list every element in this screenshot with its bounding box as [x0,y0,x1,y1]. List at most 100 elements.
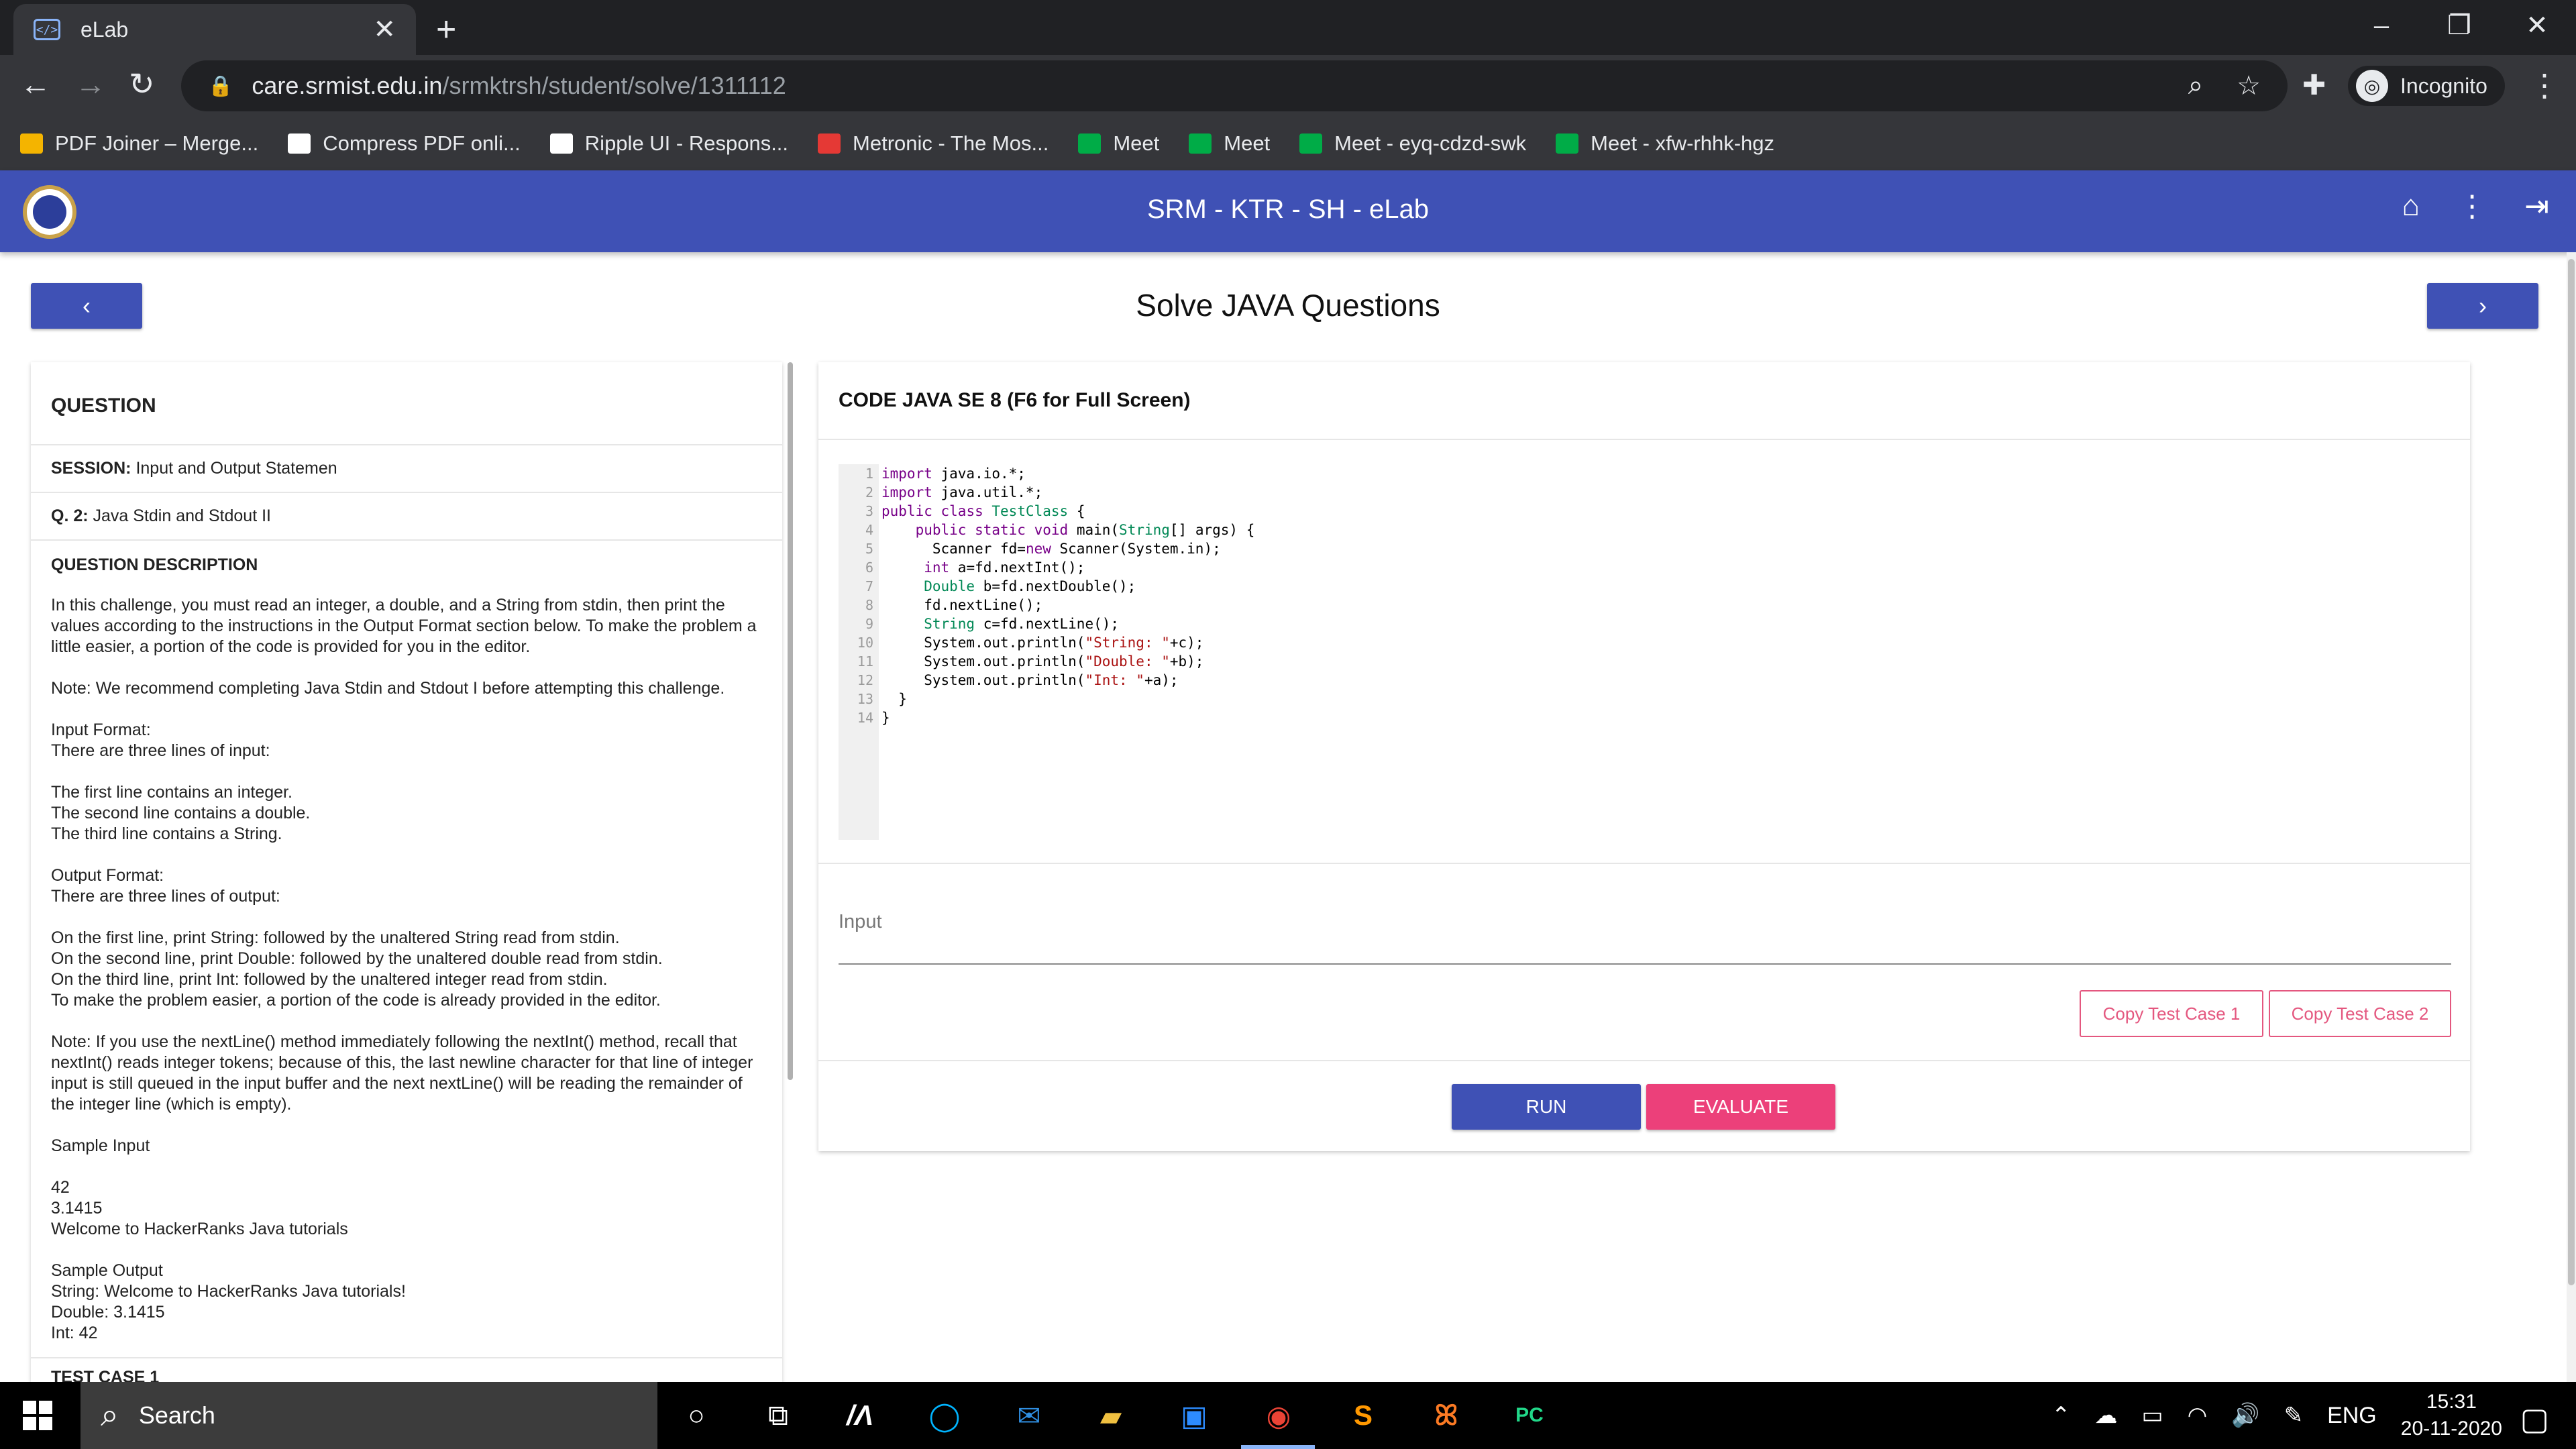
next-question-button[interactable]: › [2427,283,2538,329]
cortana-ring-icon[interactable]: ◯ [924,1395,965,1436]
bookmark-item[interactable]: Meet - eyq-cdzd-swk [1299,131,1526,156]
incognito-badge[interactable]: ◎ Incognito [2348,66,2505,106]
code-line: } [881,710,890,726]
extensions-icon[interactable]: ✚ [2302,68,2326,101]
chrome-icon[interactable]: ◉ [1258,1395,1299,1436]
code-header: CODE JAVA SE 8 (F6 for Full Screen) [839,389,1191,411]
copy-test-case-1-button[interactable]: Copy Test Case 1 [2080,990,2263,1037]
zoom-icon[interactable]: ⌕ [2188,70,2203,101]
browser-tab[interactable]: </> eLab ✕ [13,4,416,55]
search-icon: ⌕ [101,1397,119,1433]
restore-icon[interactable]: ❐ [2420,0,2498,55]
tab-title: eLab [80,17,129,42]
bookmark-label: PDF Joiner – Merge... [55,131,259,155]
bookmark-item[interactable]: PDF Joiner – Merge... [20,131,258,156]
notifications-icon[interactable]: ▢ [2520,1401,2549,1437]
line-number: 9 [865,616,873,632]
bookmark-item[interactable]: Compress PDF onli... [288,131,521,156]
line-number: 12 [857,672,873,688]
evaluate-button[interactable]: EVALUATE [1646,1084,1835,1130]
session-label: SESSION: [51,459,131,478]
bookmark-label: Meet - eyq-cdzd-swk [1334,131,1527,155]
address-bar[interactable]: 🔒 care.srmist.edu.in /srmktrsh/student/s… [181,60,2288,111]
bookmark-label: Metronic - The Mos... [853,131,1049,155]
bookmark-favicon-icon [288,133,311,154]
code-panel: CODE JAVA SE 8 (F6 for Full Screen) 1234… [818,362,2470,1151]
session-value: Input and Output Statemen [136,459,337,478]
code-line: System.out.println("Double: "+b); [881,653,1204,669]
browser-toolbar: ← → ↻ 🔒 care.srmist.edu.in /srmktrsh/stu… [0,55,2576,117]
window-close-icon[interactable]: ✕ [2498,0,2576,55]
description-header: QUESTION DESCRIPTION [51,555,258,574]
bookmark-item[interactable]: Meet [1189,131,1270,156]
forward-icon[interactable]: → [75,66,106,102]
wifi-icon[interactable]: ◠ [2188,1402,2208,1429]
session-row: SESSION: Input and Output Statemen [31,445,782,493]
mail-icon[interactable]: ✉ [1009,1395,1049,1436]
close-tab-icon[interactable]: ✕ [373,14,396,45]
pycharm-icon[interactable]: PC [1509,1395,1550,1436]
new-tab-icon[interactable]: + [436,9,456,50]
line-number: 14 [857,710,873,726]
bookmark-item[interactable]: Ripple UI - Respons... [549,131,788,156]
question-scrollbar[interactable] [788,362,793,1080]
line-number: 2 [865,484,873,500]
copy-test-case-2-button[interactable]: Copy Test Case 2 [2269,990,2451,1037]
bookmark-favicon-icon [20,133,43,154]
windows-start-icon[interactable] [23,1401,52,1430]
code-line: } [881,691,907,707]
zoom-app-icon[interactable]: ▣ [1174,1395,1214,1436]
window-controls: – ❐ ✕ [2343,0,2576,55]
file-explorer-icon[interactable]: ▰ [1091,1395,1131,1436]
page-scrollbar[interactable] [2567,252,2576,1382]
clock-date: 20-11-2020 [2400,1417,2502,1440]
question-title-row: Q. 2: Java Stdin and Stdout II [31,493,782,541]
bookmark-star-icon[interactable]: ☆ [2237,70,2261,101]
bookmark-item[interactable]: Meet - xfw-rhhk-hgz [1556,131,1774,156]
xampp-icon[interactable]: ꕤ [1426,1395,1466,1436]
question-panel: QUESTION SESSION: Input and Output State… [31,362,782,1382]
divider [818,439,2470,440]
line-number: 1 [865,466,873,482]
volume-icon[interactable]: 🔊 [2231,1402,2259,1429]
pen-icon[interactable]: ✎ [2284,1402,2304,1429]
logout-icon[interactable]: ⇥ [2524,189,2549,223]
more-vert-icon[interactable]: ⋮ [2457,189,2487,223]
onedrive-icon[interactable]: ☁ [2094,1402,2117,1429]
app-icon[interactable]: /Λ [840,1395,880,1436]
back-icon[interactable]: ← [20,66,51,102]
code-lines: import java.io.*; import java.util.*; publ… [881,464,1254,727]
clock[interactable]: 15:31 20-11-2020 [2401,1389,2502,1442]
cortana-icon[interactable]: ○ [676,1395,716,1436]
chevron-up-icon[interactable]: ⌃ [2051,1402,2071,1429]
test-case-header: TEST CASE 1 [31,1357,782,1382]
code-line: import java.io.*; [881,466,1026,482]
code-line: System.out.println("String: "+c); [881,635,1204,651]
code-line: int a=fd.nextInt(); [924,559,1085,576]
run-button[interactable]: RUN [1452,1084,1641,1130]
line-number: 6 [865,559,873,576]
bookmark-label: Meet - xfw-rhhk-hgz [1591,131,1775,155]
browser-menu-icon[interactable]: ⋮ [2529,67,2560,103]
line-number: 5 [865,541,873,557]
input-field[interactable] [839,963,2451,965]
bookmarks-bar: PDF Joiner – Merge... Compress PDF onli..… [0,117,2576,170]
bookmark-item[interactable]: Meet [1078,131,1159,156]
browser-tab-strip: </> eLab ✕ + – ❐ ✕ [0,0,2576,55]
task-view-icon[interactable]: ⧉ [758,1395,798,1436]
line-number: 11 [857,653,873,669]
taskbar-search[interactable]: ⌕ Search [80,1382,657,1449]
bookmark-favicon-icon [1078,133,1102,154]
code-editor[interactable]: 1 2 3 4 5 6 7 8 9 10 11 12 13 14 import java.io.*; imp… [839,464,2012,847]
incognito-icon: ◎ [2356,70,2388,102]
windows-taskbar: ⌕ Search ○ ⧉ /Λ ◯ ✉ ▰ ▣ ◉ S ꕤ PC ⌃ ☁ ▭ ◠… [0,1382,2576,1449]
line-number: 7 [865,578,873,594]
home-icon[interactable]: ⌂ [2402,189,2420,223]
bookmark-item[interactable]: Metronic - The Mos... [818,131,1049,156]
language-indicator[interactable]: ENG [2327,1403,2377,1429]
sublime-text-icon[interactable]: S [1343,1395,1383,1436]
minimize-icon[interactable]: – [2343,0,2420,55]
battery-icon[interactable]: ▭ [2141,1402,2163,1429]
bookmark-favicon-icon [1556,133,1579,154]
reload-icon[interactable]: ↻ [129,66,155,102]
